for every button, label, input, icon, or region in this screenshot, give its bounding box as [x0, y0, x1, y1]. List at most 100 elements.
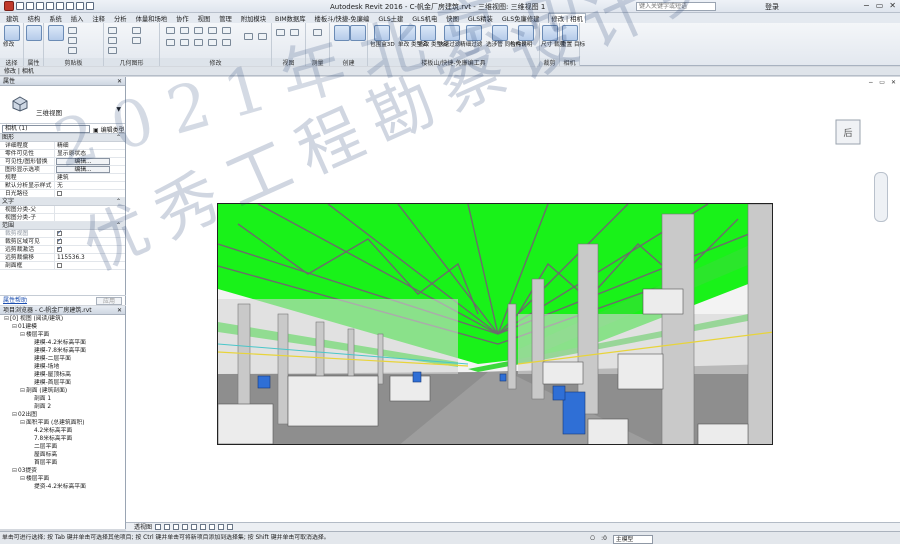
property-section[interactable]: 范围 ⌃: [0, 222, 125, 230]
measure-icon[interactable]: [66, 2, 74, 10]
tree-node[interactable]: ⊟[0] 视图 (阅读/建筑): [0, 315, 125, 323]
property-value[interactable]: [55, 246, 125, 253]
mirror-axis-icon[interactable]: [208, 27, 217, 34]
tree-node[interactable]: 二层平面: [0, 443, 125, 451]
cut-icon[interactable]: [68, 27, 77, 34]
size-crop-button[interactable]: [542, 25, 558, 41]
ribbon-tab[interactable]: 结构: [28, 14, 41, 23]
join-icon[interactable]: [108, 47, 117, 54]
maximize-icon[interactable]: ▭: [876, 1, 884, 10]
ribbon-tab[interactable]: 注释: [92, 14, 105, 23]
tree-node[interactable]: 建模-7.8米标高平面: [0, 347, 125, 355]
tree-node[interactable]: 首层平面: [0, 459, 125, 467]
viewcube-icon[interactable]: 后: [833, 117, 863, 147]
sun-path-icon[interactable]: [164, 524, 171, 530]
close-icon[interactable]: ✕: [117, 306, 122, 315]
tree-node[interactable]: 建模-屋顶标高: [0, 371, 125, 379]
create-group-button[interactable]: [350, 25, 366, 41]
select-pipes-button[interactable]: [492, 25, 508, 41]
checkbox[interactable]: [57, 191, 62, 196]
ribbon-tab[interactable]: GLS免廉修建: [502, 14, 540, 23]
delete-icon[interactable]: [258, 33, 267, 40]
undo-icon[interactable]: [36, 2, 44, 10]
ribbon-tab[interactable]: GLS机电: [412, 14, 437, 23]
paste-button[interactable]: [48, 25, 64, 41]
offset-icon[interactable]: [180, 27, 189, 34]
create-part-button[interactable]: [334, 25, 350, 41]
ribbon-tab[interactable]: 体量和场地: [136, 14, 167, 23]
cut-geometry-icon[interactable]: [108, 37, 117, 44]
restore-icon[interactable]: ▭: [879, 79, 885, 86]
split-face-icon[interactable]: [132, 27, 141, 34]
render-icon[interactable]: [182, 524, 189, 530]
component-note-button[interactable]: [518, 25, 534, 41]
tree-node[interactable]: 提资-4.2米标高平面: [0, 483, 125, 491]
match-icon[interactable]: [68, 47, 77, 54]
tree-node[interactable]: 4.2米标高平面: [0, 427, 125, 435]
paint-icon[interactable]: [132, 37, 141, 44]
worksets-icon[interactable]: ⎔: [590, 533, 595, 544]
reset-target-button[interactable]: [562, 25, 578, 41]
close-icon[interactable]: ✕: [891, 79, 896, 86]
move-icon[interactable]: [166, 39, 175, 46]
login-link[interactable]: 登录: [765, 2, 779, 12]
bbox3d-button[interactable]: [374, 25, 390, 41]
chevron-up-icon[interactable]: ⌃: [116, 134, 121, 142]
quick-filter-button[interactable]: [444, 25, 460, 41]
checkbox[interactable]: [57, 230, 62, 237]
tree-node[interactable]: 建模-场地: [0, 363, 125, 371]
properties-button[interactable]: [26, 25, 42, 41]
ribbon-tab[interactable]: GLS土建: [378, 14, 403, 23]
ribbon-tab[interactable]: 视图: [198, 14, 211, 23]
checkbox[interactable]: [57, 263, 62, 268]
property-value[interactable]: 精细: [55, 142, 125, 149]
batch-rename-button[interactable]: [420, 25, 436, 41]
copy-icon[interactable]: [68, 37, 77, 44]
property-value[interactable]: [55, 230, 125, 237]
tree-node[interactable]: 建模-二层平面: [0, 355, 125, 363]
minimize-icon[interactable]: −: [863, 1, 870, 10]
modify-button[interactable]: [4, 25, 20, 41]
split-icon[interactable]: [222, 27, 231, 34]
array-icon[interactable]: [222, 39, 231, 46]
property-value[interactable]: [55, 206, 125, 213]
property-value[interactable]: 建筑: [55, 174, 125, 181]
3d-view-icon[interactable]: [86, 2, 94, 10]
ribbon-tab[interactable]: 系统: [49, 14, 62, 23]
copy-element-icon[interactable]: [180, 39, 189, 46]
property-value[interactable]: 显示原状态: [55, 150, 125, 157]
property-value[interactable]: 编辑...: [55, 166, 125, 173]
ribbon-tab[interactable]: 管理: [219, 14, 232, 23]
shadows-icon[interactable]: [173, 524, 180, 530]
ribbon-tab[interactable]: 附加模块: [241, 14, 266, 23]
property-value[interactable]: [55, 214, 125, 221]
checkbox[interactable]: [57, 246, 62, 253]
property-section[interactable]: 文字 ⌃: [0, 198, 125, 206]
hide-icon[interactable]: [276, 29, 285, 36]
tree-node[interactable]: ⊟面积平面 (总建筑面积): [0, 419, 125, 427]
tree-node[interactable]: ⊟02出图: [0, 411, 125, 419]
reveal-hidden-icon[interactable]: [227, 524, 234, 530]
pin-icon[interactable]: [244, 33, 253, 40]
chevron-up-icon[interactable]: ⌃: [116, 198, 121, 206]
ribbon-tab[interactable]: 楼板斗/快捷-免廉编: [315, 14, 370, 23]
tree-node[interactable]: 7.8米标高平面: [0, 435, 125, 443]
navigation-bar[interactable]: [874, 172, 888, 222]
instance-filter[interactable]: 相机 (1): [2, 125, 90, 133]
trim-icon[interactable]: [208, 39, 217, 46]
property-value[interactable]: 115536.3: [55, 254, 125, 261]
temporary-hide-icon[interactable]: [218, 524, 225, 530]
open-icon[interactable]: [16, 2, 24, 10]
visual-style-icon[interactable]: [155, 524, 162, 530]
design-option-select[interactable]: 主模型: [612, 534, 653, 544]
close-icon[interactable]: ✕: [117, 77, 122, 86]
property-value[interactable]: 无: [55, 182, 125, 189]
type-selector[interactable]: 三维视图 ▼: [0, 86, 125, 124]
crop-view-icon[interactable]: [191, 524, 198, 530]
drawing-area[interactable]: − ▭ ✕ 后: [126, 77, 900, 522]
edit-type-button[interactable]: ▣ 编辑类型: [93, 125, 125, 134]
ribbon-tab[interactable]: 分析: [114, 14, 127, 23]
ribbon-tab[interactable]: 协作: [176, 14, 189, 23]
revit-logo-icon[interactable]: [4, 1, 14, 11]
search-input[interactable]: 键入关键字或短语: [636, 2, 716, 11]
